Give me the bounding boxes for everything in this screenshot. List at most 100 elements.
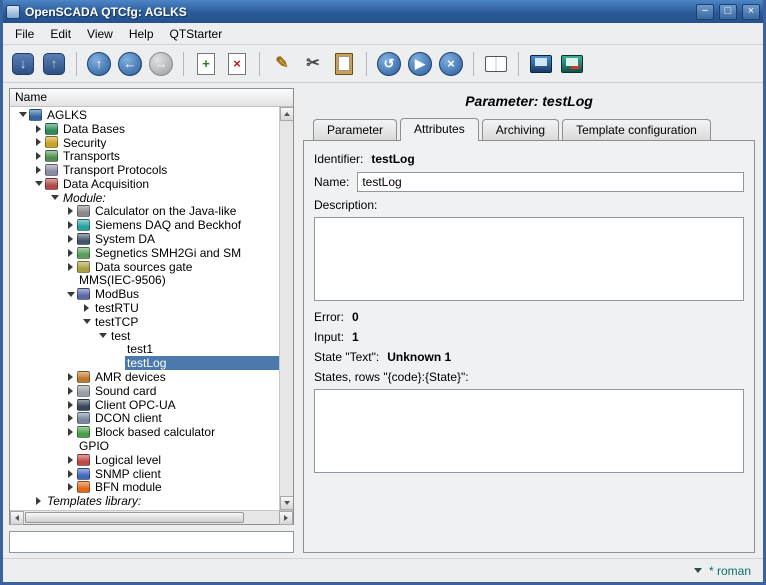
item-next-button[interactable]: → [147,50,175,78]
item-previous-button[interactable]: ← [116,50,144,78]
expand-closed-icon[interactable] [64,401,77,409]
tree-item-system-da[interactable]: System DA [10,232,279,246]
expand-closed-icon[interactable] [64,470,77,478]
app-icon[interactable] [6,5,20,19]
maximize-button[interactable]: □ [719,4,737,20]
tree-item-gpio[interactable]: GPIO [10,439,279,453]
horizontal-scroll-thumb[interactable] [25,512,244,523]
tree-item-sound-card[interactable]: Sound card [10,384,279,398]
tree-item-amr-devices[interactable]: AMR devices [10,370,279,384]
load-from-db-button[interactable]: ↓ [9,50,37,78]
expand-open-icon[interactable] [64,292,77,297]
tree-item-testrtu[interactable]: testRTU [10,301,279,315]
qtstarter-vision-button[interactable] [558,50,586,78]
expand-open-icon[interactable] [80,319,93,324]
tree-filter-input[interactable] [9,531,294,553]
tree-item-siemens-daq-and-beckhof[interactable]: Siemens DAQ and Beckhof [10,218,279,232]
scroll-left-icon[interactable] [10,511,24,525]
expand-closed-icon[interactable] [64,235,77,243]
tree-item-segnetics-smh2gi-and-sm[interactable]: Segnetics SMH2Gi and SM [10,246,279,260]
tree-item-testlog[interactable]: testLog [10,356,279,370]
expand-open-icon[interactable] [96,333,109,338]
expand-closed-icon[interactable] [64,483,77,491]
tree-item-aglks[interactable]: AGLKS [10,108,279,122]
tree-item-client-opc-ua[interactable]: Client OPC-UA [10,398,279,412]
item-up-button[interactable]: ↑ [85,50,113,78]
expand-closed-icon[interactable] [32,152,45,160]
menu-file[interactable]: File [7,25,42,43]
tab-parameter[interactable]: Parameter [313,119,397,140]
expand-closed-icon[interactable] [64,207,77,215]
horizontal-scroll-track[interactable] [24,511,279,524]
tray-expand-icon[interactable] [694,568,702,573]
tree-item-testtcp[interactable]: testTCP [10,315,279,329]
menu-edit[interactable]: Edit [42,25,79,43]
expand-closed-icon[interactable] [64,373,77,381]
tree-item-test[interactable]: test [10,329,279,343]
expand-closed-icon[interactable] [80,304,93,312]
expand-closed-icon[interactable] [64,221,77,229]
copy-item-button[interactable]: ✎ [268,50,296,78]
scroll-up-icon[interactable] [280,107,293,121]
expand-closed-icon[interactable] [64,414,77,422]
stop-updating-button[interactable]: × [437,50,465,78]
tab-attributes[interactable]: Attributes [400,118,479,141]
tree-vertical-scrollbar[interactable] [279,107,293,510]
titlebar[interactable]: OpenSCADA QTCfg: AGLKS − □ × [3,0,763,23]
tab-template-configuration[interactable]: Template configuration [562,119,711,140]
cut-item-button[interactable]: ✂ [299,50,327,78]
description-textarea[interactable] [314,217,744,301]
name-input[interactable] [357,172,744,192]
add-item-button[interactable]: + [192,50,220,78]
close-button[interactable]: × [742,4,760,20]
tree-item-bfn-module[interactable]: BFN module [10,481,279,495]
expand-closed-icon[interactable] [64,263,77,271]
delete-item-button[interactable]: × [223,50,251,78]
expand-closed-icon[interactable] [32,125,45,133]
expand-closed-icon[interactable] [32,166,45,174]
refresh-button[interactable]: ↺ [375,50,403,78]
tree-item-dcon-client[interactable]: DCON client [10,412,279,426]
manual-button[interactable] [482,50,510,78]
vertical-scroll-track[interactable] [280,121,293,496]
tree-item-transport-protocols[interactable]: Transport Protocols [10,163,279,177]
menu-help[interactable]: Help [121,25,162,43]
scroll-right-icon[interactable] [279,511,293,525]
tree-item-data-bases[interactable]: Data Bases [10,122,279,136]
tree-item-block-based-calculator[interactable]: Block based calculator [10,425,279,439]
expand-open-icon[interactable] [16,112,29,117]
minimize-button[interactable]: − [696,4,714,20]
expand-closed-icon[interactable] [64,456,77,464]
expand-open-icon[interactable] [32,181,45,186]
expand-closed-icon[interactable] [32,497,45,505]
menu-view[interactable]: View [79,25,121,43]
expand-open-icon[interactable] [48,195,61,200]
start-updating-button[interactable]: ▶ [406,50,434,78]
qtstarter-configurator-button[interactable] [527,50,555,78]
tree-item-data-sources-gate[interactable]: Data sources gate [10,260,279,274]
tree-item-test1[interactable]: test1 [10,343,279,357]
panel-splitter[interactable] [294,88,301,553]
tree-horizontal-scrollbar[interactable] [10,510,293,524]
states-rows-textarea[interactable] [314,389,744,473]
paste-item-button[interactable] [330,50,358,78]
tree-item-mms-iec-9506[interactable]: MMS(IEC-9506) [10,274,279,288]
tree-item-snmp-client[interactable]: SNMP client [10,467,279,481]
tree-item-calculator-on-the-java-like[interactable]: Calculator on the Java-like [10,205,279,219]
tree-item-module[interactable]: Module: [10,191,279,205]
tree-item-security[interactable]: Security [10,136,279,150]
expand-closed-icon[interactable] [64,249,77,257]
scroll-down-icon[interactable] [280,496,293,510]
tree-item-logical-level[interactable]: Logical level [10,453,279,467]
save-to-db-button[interactable]: ↑ [40,50,68,78]
menu-qtstarter[interactable]: QTStarter [162,25,231,43]
tree-item-templates-library[interactable]: Templates library: [10,494,279,508]
tree-item-data-acquisition[interactable]: Data Acquisition [10,177,279,191]
tree-item-modbus[interactable]: ModBus [10,287,279,301]
expand-closed-icon[interactable] [64,387,77,395]
expand-closed-icon[interactable] [64,428,77,436]
tree-item-transports[interactable]: Transports [10,149,279,163]
tab-archiving[interactable]: Archiving [482,119,559,140]
expand-closed-icon[interactable] [32,138,45,146]
page-title: Parameter: testLog [303,88,755,118]
